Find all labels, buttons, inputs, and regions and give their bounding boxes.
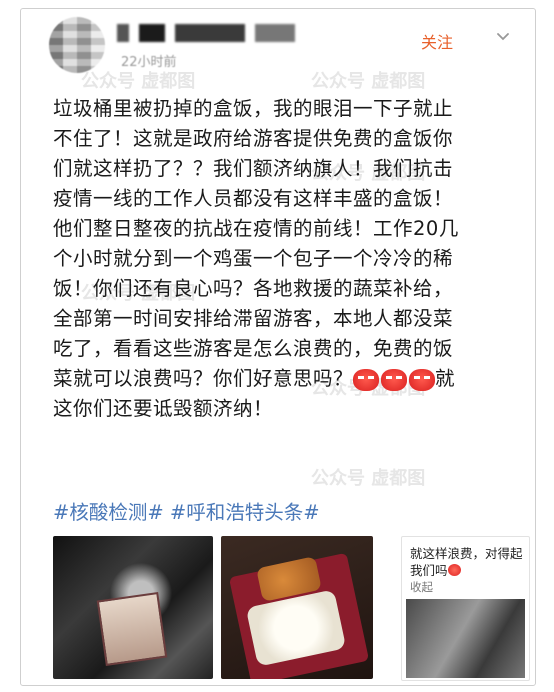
post-line-text: 就 [435,367,456,390]
post-text: 垃圾桶里被扔掉的盒饭，我的眼泪一下子就止 不住了！这就是政府给游客提供免费的盒饭… [53,94,523,424]
post-line-text: 菜就可以浪费吗？你们好意思吗？ [53,367,354,390]
post-line: 饭！你们还有良心吗？各地救援的蔬菜补给， [53,277,454,300]
repost-caption: 就这样浪费，对得起我们吗 [410,546,523,578]
post-line: 疫情一线的工作人员都没有这样丰盛的盒饭！ [53,187,454,210]
avatar[interactable] [49,17,105,73]
post-line: 这你们还要诋毁额济纳！ [53,397,274,420]
post-line: 菜就可以浪费吗？你们好意思吗？ 就 [53,364,523,394]
post-line: 吃了，看看这些游客是怎么浪费的，免费的饭 [53,337,454,360]
watermark: 公众号 虚都图 [311,71,426,92]
post-line: 垃圾桶里被扔掉的盒饭，我的眼泪一下子就止 [53,97,454,120]
weibo-post-card: 22小时前 关注 公众号 虚都图 公众号 虚都图 公众号 虚都图 公众号 虚都图… [20,8,536,686]
hashtag-links[interactable]: #核酸检测# #呼和浩特头条# [53,496,320,525]
post-line: 全部第一时间安排给滞留游客，本地人都没菜 [53,307,454,330]
angry-face-icon [447,564,461,576]
post-line: 不住了！这就是政府给游客提供免费的盒饭你 [53,127,454,150]
repost-image [406,599,525,678]
post-line: 们就这样扔了？？我们额济纳旗人！我们抗击 [53,157,454,180]
collapse-link[interactable]: 收起 [410,579,433,595]
angry-face-icon [381,368,408,391]
post-time: 22小时前 [121,55,177,70]
angry-emoji-group [353,368,436,391]
watermark: 公众号 虚都图 [311,468,426,489]
photo-repost-card[interactable]: 就这样浪费，对得起我们吗 收起 [401,536,530,681]
angry-face-icon [353,368,380,391]
follow-button[interactable]: 关注 [421,29,453,53]
username-blurred[interactable] [117,23,327,43]
post-line: 个小时就分到一个鸡蛋一个包子一个冷冷的稀 [53,247,454,270]
post-line: 他们整日整夜的抗战在疫情的前线！工作20几 [53,217,459,240]
angry-face-icon [409,368,436,391]
chevron-down-icon[interactable] [493,27,513,47]
photo-trash-can[interactable] [53,536,213,679]
watermark: 公众号 虚都图 [81,71,196,92]
photo-lunch-box[interactable] [221,536,373,679]
